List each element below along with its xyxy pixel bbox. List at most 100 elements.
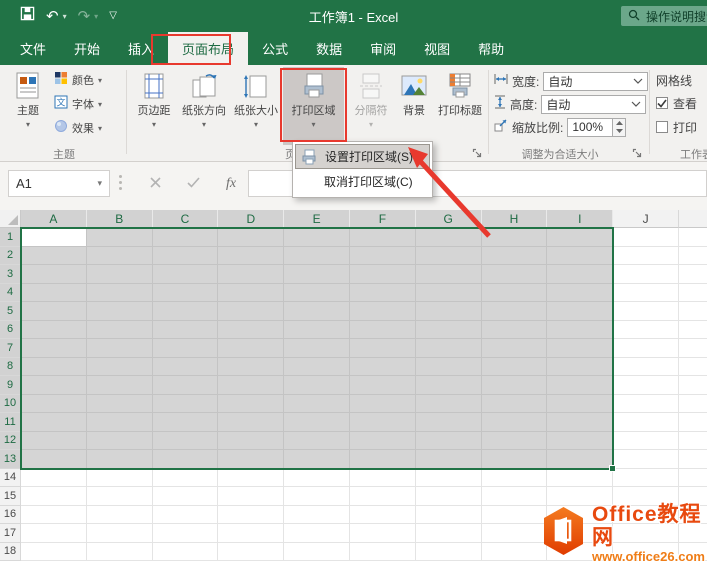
cell-K12[interactable]: [679, 432, 707, 451]
gridlines-view-checkbox[interactable]: [656, 97, 668, 109]
tab-开始[interactable]: 开始: [60, 32, 114, 65]
print-titles-button[interactable]: 打印标题: [434, 67, 486, 145]
cell-D14[interactable]: [218, 469, 284, 488]
cell-B13[interactable]: [87, 450, 153, 469]
cell-D3[interactable]: [218, 265, 284, 284]
cell-K14[interactable]: [679, 469, 707, 488]
cell-E12[interactable]: [284, 432, 350, 451]
cell-H4[interactable]: [482, 284, 548, 303]
cell-B3[interactable]: [87, 265, 153, 284]
row-header-5[interactable]: 5: [0, 302, 21, 321]
cell-C1[interactable]: [153, 228, 219, 247]
width-dropdown[interactable]: 自动: [543, 72, 648, 91]
spinner-up-icon[interactable]: [613, 119, 625, 128]
tab-文件[interactable]: 文件: [6, 32, 60, 65]
cell-C3[interactable]: [153, 265, 219, 284]
cell-C9[interactable]: [153, 376, 219, 395]
cell-J3[interactable]: [613, 265, 679, 284]
cell-A14[interactable]: [21, 469, 87, 488]
cell-I5[interactable]: [547, 302, 613, 321]
cell-A5[interactable]: [21, 302, 87, 321]
row-header-18[interactable]: 18: [0, 543, 21, 562]
menu-item-set-print-area[interactable]: 设置打印区域(S): [295, 144, 430, 169]
spinner-down-icon[interactable]: [613, 127, 625, 136]
cell-F13[interactable]: [350, 450, 416, 469]
row-header-6[interactable]: 6: [0, 321, 21, 340]
cell-C5[interactable]: [153, 302, 219, 321]
cell-H17[interactable]: [482, 524, 548, 543]
select-all-corner[interactable]: [0, 210, 21, 228]
cell-G14[interactable]: [416, 469, 482, 488]
cell-I8[interactable]: [547, 358, 613, 377]
cell-J7[interactable]: [613, 339, 679, 358]
cell-I3[interactable]: [547, 265, 613, 284]
cell-E8[interactable]: [284, 358, 350, 377]
column-header-G[interactable]: G: [416, 210, 482, 228]
chevron-down-icon[interactable]: ▾: [97, 178, 102, 189]
cell-F1[interactable]: [350, 228, 416, 247]
cell-K10[interactable]: [679, 395, 707, 414]
cell-B18[interactable]: [87, 543, 153, 562]
cell-D7[interactable]: [218, 339, 284, 358]
zoom-scale-spinner[interactable]: [613, 118, 626, 137]
paper-size-button[interactable]: 纸张大小 ▾: [231, 67, 281, 145]
cell-K2[interactable]: [679, 247, 707, 266]
cell-H8[interactable]: [482, 358, 548, 377]
cell-D2[interactable]: [218, 247, 284, 266]
cell-B14[interactable]: [87, 469, 153, 488]
column-header-D[interactable]: D: [218, 210, 284, 228]
cell-A3[interactable]: [21, 265, 87, 284]
cell-J4[interactable]: [613, 284, 679, 303]
row-header-8[interactable]: 8: [0, 358, 21, 377]
cell-H14[interactable]: [482, 469, 548, 488]
cell-J10[interactable]: [613, 395, 679, 414]
cell-I9[interactable]: [547, 376, 613, 395]
cell-E16[interactable]: [284, 506, 350, 525]
background-button[interactable]: 背景: [394, 67, 434, 145]
undo-icon[interactable]: ↶: [46, 9, 59, 24]
cell-G12[interactable]: [416, 432, 482, 451]
cell-B6[interactable]: [87, 321, 153, 340]
cell-I4[interactable]: [547, 284, 613, 303]
cell-C7[interactable]: [153, 339, 219, 358]
cell-G3[interactable]: [416, 265, 482, 284]
column-header-C[interactable]: C: [153, 210, 219, 228]
row-header-1[interactable]: 1: [0, 228, 21, 247]
cell-C2[interactable]: [153, 247, 219, 266]
cell-A15[interactable]: [21, 487, 87, 506]
tab-视图[interactable]: 视图: [410, 32, 464, 65]
cell-E4[interactable]: [284, 284, 350, 303]
cell-C8[interactable]: [153, 358, 219, 377]
cell-F14[interactable]: [350, 469, 416, 488]
cell-A7[interactable]: [21, 339, 87, 358]
cell-H18[interactable]: [482, 543, 548, 562]
cell-F6[interactable]: [350, 321, 416, 340]
cell-J13[interactable]: [613, 450, 679, 469]
cell-F18[interactable]: [350, 543, 416, 562]
cell-D13[interactable]: [218, 450, 284, 469]
tab-插入[interactable]: 插入: [114, 32, 168, 65]
cell-G7[interactable]: [416, 339, 482, 358]
cell-A18[interactable]: [21, 543, 87, 562]
cell-J9[interactable]: [613, 376, 679, 395]
cell-H6[interactable]: [482, 321, 548, 340]
cell-B8[interactable]: [87, 358, 153, 377]
cell-I12[interactable]: [547, 432, 613, 451]
column-header-A[interactable]: A: [21, 210, 87, 228]
margins-button[interactable]: 页边距 ▾: [131, 67, 177, 145]
cell-F8[interactable]: [350, 358, 416, 377]
column-header-B[interactable]: B: [87, 210, 153, 228]
cell-H15[interactable]: [482, 487, 548, 506]
cell-F16[interactable]: [350, 506, 416, 525]
cell-H3[interactable]: [482, 265, 548, 284]
cell-G11[interactable]: [416, 413, 482, 432]
column-header-F[interactable]: F: [350, 210, 416, 228]
scale-to-fit-dialog-launcher-icon[interactable]: [632, 146, 644, 158]
tab-数据[interactable]: 数据: [302, 32, 356, 65]
cell-C14[interactable]: [153, 469, 219, 488]
row-header-2[interactable]: 2: [0, 247, 21, 266]
cell-B12[interactable]: [87, 432, 153, 451]
cell-H5[interactable]: [482, 302, 548, 321]
cell-F11[interactable]: [350, 413, 416, 432]
row-header-12[interactable]: 12: [0, 432, 21, 451]
